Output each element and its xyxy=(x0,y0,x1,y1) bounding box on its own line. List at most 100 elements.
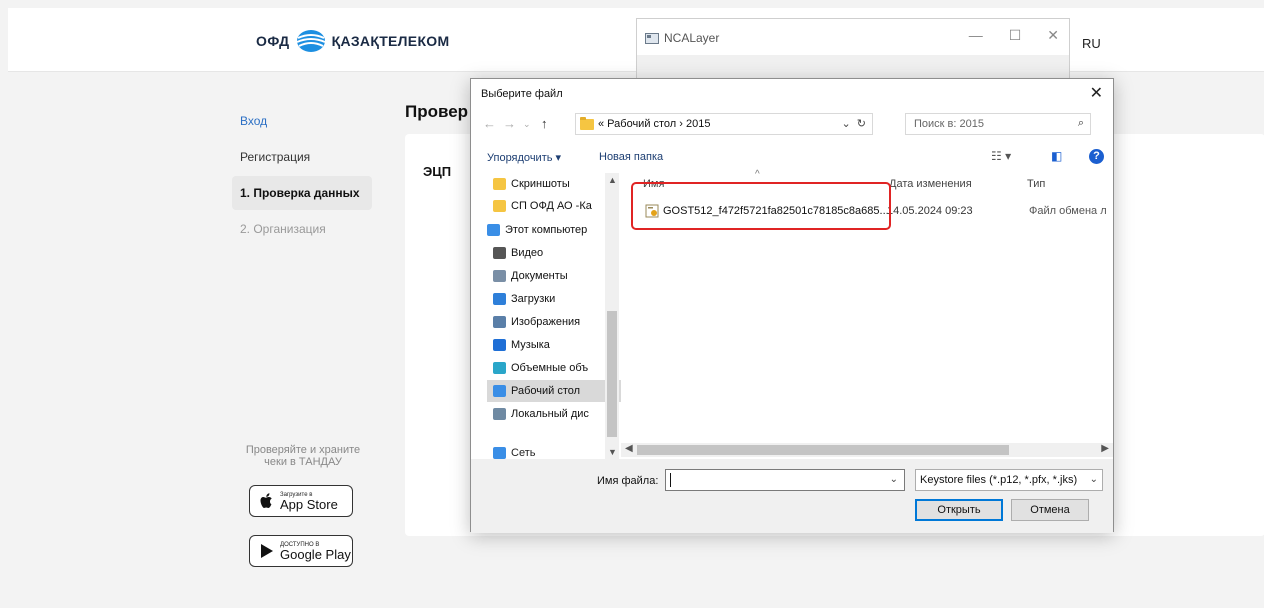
tree-item-documents[interactable]: Документы xyxy=(487,265,621,287)
logo-kazakhtelecom-text: ҚАЗАҚТЕЛЕКОМ xyxy=(331,33,450,49)
dialog-close-icon[interactable]: ✕ xyxy=(1090,83,1103,103)
open-button[interactable]: Открыть xyxy=(915,499,1003,521)
address-bar[interactable]: « Рабочий стол › 2015 ⌄ ↻ xyxy=(575,113,873,135)
tree-item-3d-objects[interactable]: Объемные объ xyxy=(487,357,621,379)
file-type: Файл обмена л xyxy=(1029,205,1107,217)
promo-line-1: Проверяйте и храните xyxy=(245,444,361,456)
ncalayer-title: NCALayer xyxy=(664,31,720,45)
ncalayer-window: NCALayer — ☐ ✕ xyxy=(636,18,1070,79)
chevron-down-icon[interactable]: ⌄ xyxy=(1087,474,1098,485)
ncalayer-body xyxy=(637,55,1069,79)
desktop-icon xyxy=(493,385,506,397)
tree-item-desktop[interactable]: Рабочий стол xyxy=(487,380,621,402)
tree-item-label: Музыка xyxy=(511,339,550,351)
app-store-button[interactable]: Загрузите в App Store xyxy=(249,485,353,517)
filename-input[interactable]: ⌄ xyxy=(665,469,905,491)
tree-item-label: Скриншоты xyxy=(511,178,570,190)
tree-item-downloads[interactable]: Загрузки xyxy=(487,288,621,310)
recent-chevron-icon[interactable]: ⌄ xyxy=(523,119,531,130)
folder-icon xyxy=(493,200,506,212)
tree-item-local-disk[interactable]: Локальный дис xyxy=(487,403,621,425)
folder-icon xyxy=(580,116,594,130)
google-play-button[interactable]: ДОСТУПНО В Google Play xyxy=(249,535,353,567)
dialog-bottom-bar: Имя файла: ⌄ Keystore files (*.p12, *.pf… xyxy=(471,459,1113,533)
nav-login[interactable]: Вход xyxy=(232,104,372,138)
side-nav: Вход Регистрация 1. Проверка данных 2. О… xyxy=(232,104,372,248)
dialog-toolbar: Упорядочить ▾ Новая папка ☷ ▾ ◧ ? xyxy=(471,145,1113,169)
tree-scroll-thumb[interactable] xyxy=(607,311,617,437)
promo-line-2: чеки в ТАНДАУ xyxy=(264,456,342,468)
nav-step-data-check[interactable]: 1. Проверка данных xyxy=(232,176,372,210)
tree-item-sp-ofd[interactable]: СП ОФД АО -Ка xyxy=(487,195,621,217)
up-arrow-icon[interactable]: ↑ xyxy=(541,116,548,131)
search-input[interactable]: Поиск в: 2015 ⌕ xyxy=(905,113,1091,135)
folder-icon xyxy=(493,178,506,190)
tree-item-this-pc[interactable]: Этот компьютер xyxy=(487,219,621,241)
preview-pane-icon[interactable]: ◧ xyxy=(1051,149,1062,163)
logo-ofd-text: ОФД xyxy=(256,33,290,49)
tree-item-screenshots[interactable]: Скриншоты xyxy=(487,173,621,195)
organize-button[interactable]: Упорядочить ▾ xyxy=(487,151,561,164)
sort-caret-icon: ^ xyxy=(755,169,760,180)
close-icon[interactable]: ✕ xyxy=(1047,27,1059,44)
scroll-down-icon[interactable]: ▼ xyxy=(608,447,617,457)
tree-item-label: Сеть xyxy=(511,447,536,459)
tree-item-label: Рабочий стол xyxy=(511,385,581,397)
tree-item-music[interactable]: Музыка xyxy=(487,334,621,356)
pictures-icon xyxy=(493,316,506,328)
logo[interactable]: ОФД ҚАЗАҚТЕЛЕКОМ xyxy=(256,28,449,54)
apple-icon xyxy=(260,493,272,508)
filter-value: Keystore files (*.p12, *.pfx, *.jks) xyxy=(920,474,1078,486)
scroll-left-icon[interactable]: ◀ xyxy=(625,443,633,454)
highlight-annotation xyxy=(631,182,891,230)
minimize-icon[interactable]: — xyxy=(969,27,983,44)
tree-item-label: Локальный дис xyxy=(511,408,589,420)
tree-item-label: Этот компьютер xyxy=(505,224,588,236)
language-switch[interactable]: RU xyxy=(1082,36,1101,51)
tree-item-pictures[interactable]: Изображения xyxy=(487,311,621,333)
tandau-promo: Проверяйте и храните чеки в ТАНДАУ xyxy=(230,444,376,468)
hscroll-thumb[interactable] xyxy=(637,445,1009,455)
video-icon xyxy=(493,247,506,259)
tree-scrollbar[interactable]: ▲ ▼ xyxy=(605,173,619,461)
new-folder-button[interactable]: Новая папка xyxy=(599,151,663,163)
tree-item-network[interactable]: Сеть xyxy=(493,447,535,459)
documents-icon xyxy=(493,270,506,282)
nav-step-organization: 2. Организация xyxy=(240,222,326,236)
search-icon: ⌕ xyxy=(1077,117,1084,129)
scroll-right-icon[interactable]: ▶ xyxy=(1101,443,1109,454)
page-title: Провер xyxy=(405,102,469,121)
forward-arrow-icon[interactable]: → xyxy=(503,116,516,131)
address-refresh-icon[interactable]: ⌄ ↻ xyxy=(841,117,866,130)
file-type-filter[interactable]: Keystore files (*.p12, *.pfx, *.jks) ⌄ xyxy=(915,469,1103,491)
download-icon xyxy=(493,293,506,305)
back-arrow-icon[interactable]: ← xyxy=(483,116,496,131)
help-icon[interactable]: ? xyxy=(1089,149,1104,164)
computer-icon xyxy=(487,224,500,236)
filename-label: Имя файла: xyxy=(597,475,659,487)
tree-item-label: Видео xyxy=(511,247,544,259)
eds-tab-label[interactable]: ЭЦП xyxy=(423,164,451,179)
column-date[interactable]: Дата изменения xyxy=(889,178,972,190)
tree-item-label: Объемные объ xyxy=(511,362,589,374)
gplay-big-text: Google Play xyxy=(280,546,351,562)
tree-item-video[interactable]: Видео xyxy=(487,242,621,264)
view-options-icon[interactable]: ☷ ▾ xyxy=(991,149,1011,163)
column-type[interactable]: Тип xyxy=(1027,178,1045,190)
dialog-title: Выберите файл xyxy=(481,88,563,100)
navigation-pane: Скриншоты СП ОФД АО -Ка Этот компьютер В… xyxy=(487,173,621,461)
maximize-icon[interactable]: ☐ xyxy=(1009,27,1022,44)
file-open-dialog: Выберите файл ✕ ← → ⌄ ↑ « Рабочий стол ›… xyxy=(470,78,1114,533)
drive-icon xyxy=(493,408,506,420)
cancel-button[interactable]: Отмена xyxy=(1011,499,1089,521)
chevron-down-icon[interactable]: ⌄ xyxy=(890,474,898,485)
nav-registration[interactable]: Регистрация xyxy=(232,140,372,174)
music-icon xyxy=(493,339,506,351)
ncalayer-app-icon xyxy=(645,32,659,44)
scroll-up-icon[interactable]: ▲ xyxy=(608,175,617,185)
tree-item-label: СП ОФД АО -Ка xyxy=(511,200,592,212)
3d-objects-icon xyxy=(493,362,506,374)
file-list-hscrollbar[interactable]: ◀ ▶ xyxy=(621,443,1113,457)
tree-item-label: Документы xyxy=(511,270,568,282)
address-path: « Рабочий стол › 2015 xyxy=(598,118,711,130)
